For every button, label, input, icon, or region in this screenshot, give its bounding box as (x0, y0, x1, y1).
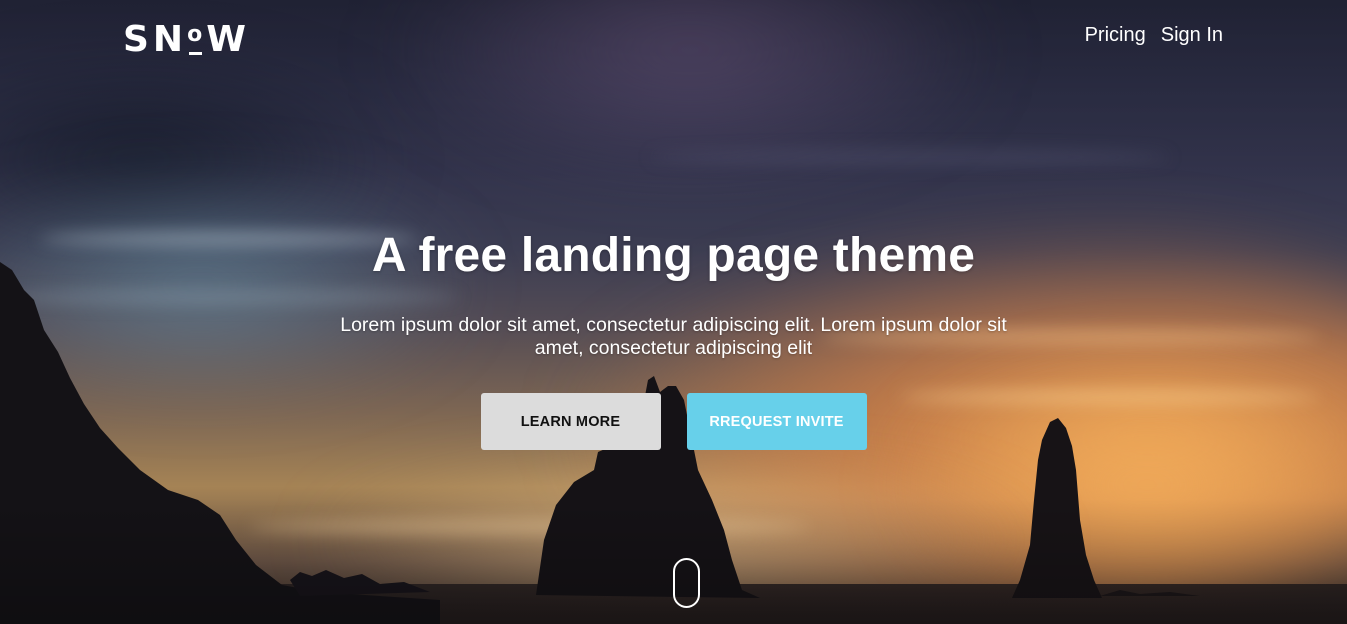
hero-title: A free landing page theme (371, 229, 976, 282)
nav-link-sign-in[interactable]: Sign In (1161, 24, 1223, 46)
logo-letters-end: W (206, 19, 250, 60)
logo-letter-o: o (187, 22, 207, 55)
brand-logo[interactable]: SNoW (123, 22, 250, 58)
mouse-scroll-icon[interactable] (673, 558, 700, 608)
learn-more-button[interactable]: LEARN MORE (480, 393, 661, 450)
top-nav: Pricing Sign In (1085, 24, 1223, 46)
nav-link-pricing[interactable]: Pricing (1085, 24, 1146, 46)
request-invite-button[interactable]: RREQUEST INVITE (686, 393, 867, 450)
hero-subtitle: Lorem ipsum dolor sit amet, consectetur … (340, 314, 1007, 359)
hero-section: A free landing page theme Lorem ipsum do… (0, 226, 1347, 450)
logo-letters-start: SN (123, 19, 188, 60)
hero-actions: LEARN MORE RREQUEST INVITE (0, 393, 1347, 450)
